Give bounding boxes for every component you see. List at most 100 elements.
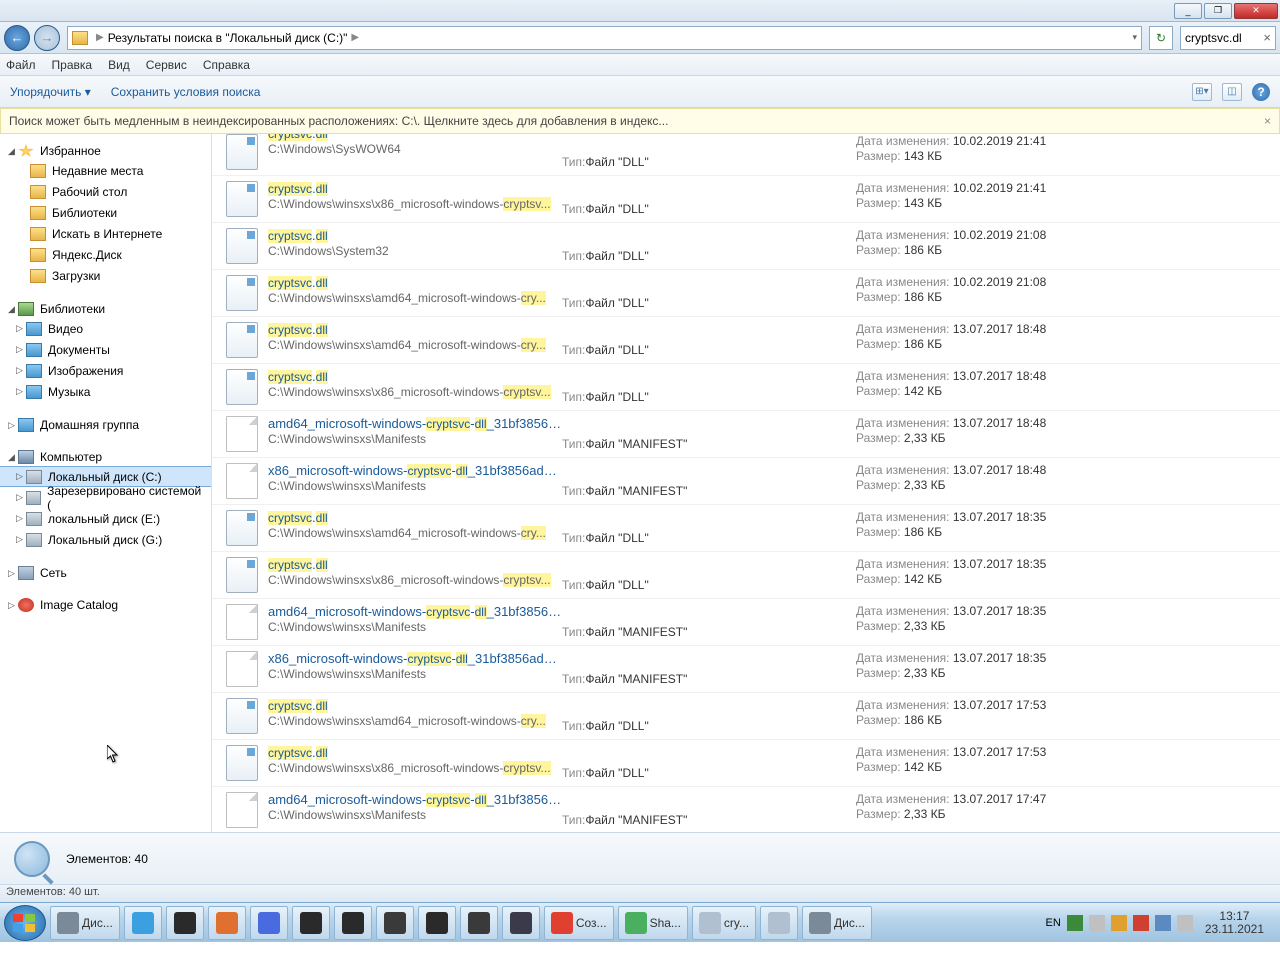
folder-icon bbox=[30, 248, 46, 262]
tray-icon[interactable] bbox=[1089, 915, 1105, 931]
sidebar-homegroup[interactable]: ▷Домашняя группа bbox=[0, 416, 211, 434]
tray-icon[interactable] bbox=[1177, 915, 1193, 931]
sidebar-image-catalog[interactable]: ▷Image Catalog bbox=[0, 596, 211, 614]
taskbar-item[interactable] bbox=[760, 906, 798, 940]
tray-icon[interactable] bbox=[1111, 915, 1127, 931]
sidebar-item-disk[interactable]: ▷Зарезервировано системой ( bbox=[0, 487, 211, 508]
forward-button[interactable]: → bbox=[34, 25, 60, 51]
file-name: cryptsvc.dll bbox=[268, 557, 562, 572]
save-search-button[interactable]: Сохранить условия поиска bbox=[111, 85, 261, 99]
clear-search-icon[interactable]: × bbox=[1263, 30, 1271, 45]
results-pane[interactable]: cryptsvc.dllC:\Windows\SysWOW64Тип: Файл… bbox=[212, 134, 1280, 832]
menu-file[interactable]: Файл bbox=[6, 58, 36, 72]
file-date: 13.07.2017 18:48 bbox=[953, 463, 1046, 477]
taskbar-item[interactable] bbox=[376, 906, 414, 940]
size-label: Размер: bbox=[856, 478, 904, 492]
refresh-button[interactable]: ↻ bbox=[1149, 26, 1173, 50]
menu-service[interactable]: Сервис bbox=[146, 58, 187, 72]
clock[interactable]: 13:1723.11.2021 bbox=[1199, 910, 1270, 936]
close-button[interactable]: ✕ bbox=[1234, 3, 1278, 19]
file-path: C:\Windows\System32 bbox=[268, 244, 562, 258]
address-bar[interactable]: ▶ Результаты поиска в "Локальный диск (C… bbox=[67, 26, 1142, 50]
result-row[interactable]: cryptsvc.dllC:\Windows\winsxs\x86_micros… bbox=[212, 364, 1280, 411]
taskbar-item[interactable] bbox=[292, 906, 330, 940]
result-row[interactable]: x86_microsoft-windows-cryptsvc-dll_31bf3… bbox=[212, 646, 1280, 693]
sidebar-item[interactable]: ▷Документы bbox=[0, 339, 211, 360]
sidebar-item[interactable]: Библиотеки bbox=[0, 202, 211, 223]
view-options-icon[interactable]: ⊞▾ bbox=[1192, 83, 1212, 101]
taskbar-item[interactable] bbox=[418, 906, 456, 940]
sidebar-item[interactable]: ▷Музыка bbox=[0, 381, 211, 402]
taskbar-item[interactable] bbox=[334, 906, 372, 940]
sidebar-item[interactable]: Загрузки bbox=[0, 265, 211, 286]
result-row[interactable]: cryptsvc.dllC:\Windows\winsxs\x86_micros… bbox=[212, 552, 1280, 599]
taskbar-item[interactable]: Дис... bbox=[50, 906, 120, 940]
file-type: Файл "DLL" bbox=[585, 578, 648, 592]
type-label: Тип: bbox=[562, 296, 585, 310]
sidebar-item[interactable]: ▷Видео bbox=[0, 318, 211, 339]
disk-icon bbox=[26, 512, 42, 526]
library-icon bbox=[26, 364, 42, 378]
taskbar-item[interactable] bbox=[460, 906, 498, 940]
taskbar-item[interactable]: cry... bbox=[692, 906, 756, 940]
start-button[interactable] bbox=[4, 905, 46, 941]
tray-icon[interactable] bbox=[1133, 915, 1149, 931]
preview-pane-icon[interactable]: ◫ bbox=[1222, 83, 1242, 101]
menu-view[interactable]: Вид bbox=[108, 58, 130, 72]
date-label: Дата изменения: bbox=[856, 181, 953, 195]
back-button[interactable]: ← bbox=[4, 25, 30, 51]
sidebar-computer[interactable]: ◢Компьютер bbox=[0, 448, 211, 466]
taskbar-item[interactable]: Дис... bbox=[802, 906, 872, 940]
taskbar-item[interactable] bbox=[250, 906, 288, 940]
sidebar-item[interactable]: ▷Изображения bbox=[0, 360, 211, 381]
sidebar-network[interactable]: ▷Сеть bbox=[0, 564, 211, 582]
sidebar-item[interactable]: Искать в Интернете bbox=[0, 223, 211, 244]
lang-indicator[interactable]: EN bbox=[1046, 917, 1061, 929]
result-row[interactable]: cryptsvc.dllC:\Windows\SysWOW64Тип: Файл… bbox=[212, 134, 1280, 176]
menu-help[interactable]: Справка bbox=[203, 58, 250, 72]
sidebar-favorites[interactable]: ◢Избранное bbox=[0, 142, 211, 160]
organize-button[interactable]: Упорядочить ▾ bbox=[10, 85, 91, 99]
result-row[interactable]: cryptsvc.dllC:\Windows\winsxs\x86_micros… bbox=[212, 740, 1280, 787]
taskbar-item[interactable] bbox=[124, 906, 162, 940]
file-type: Файл "DLL" bbox=[585, 390, 648, 404]
result-row[interactable]: cryptsvc.dllC:\Windows\winsxs\amd64_micr… bbox=[212, 505, 1280, 552]
result-row[interactable]: cryptsvc.dllC:\Windows\winsxs\x86_micros… bbox=[212, 176, 1280, 223]
taskbar-item[interactable]: Соз... bbox=[544, 906, 614, 940]
menu-edit[interactable]: Правка bbox=[52, 58, 93, 72]
chevron-down-icon[interactable]: ▾ bbox=[1132, 32, 1137, 43]
taskbar-item[interactable] bbox=[208, 906, 246, 940]
size-label: Размер: bbox=[856, 243, 904, 257]
tray-icon[interactable] bbox=[1067, 915, 1083, 931]
result-row[interactable]: amd64_microsoft-windows-cryptsvc-dll_31b… bbox=[212, 787, 1280, 832]
search-field[interactable] bbox=[1185, 31, 1255, 45]
taskbar-item[interactable] bbox=[166, 906, 204, 940]
info-bar[interactable]: Поиск может быть медленным в неиндексиро… bbox=[0, 108, 1280, 134]
sidebar-item-disk[interactable]: ▷Локальный диск (G:) bbox=[0, 529, 211, 550]
breadcrumb-arrow-icon[interactable]: ▶ bbox=[351, 32, 359, 43]
system-tray[interactable]: EN 13:1723.11.2021 bbox=[1046, 910, 1276, 936]
file-icon bbox=[226, 604, 258, 640]
taskbar-item[interactable]: Sha... bbox=[618, 906, 688, 940]
result-row[interactable]: amd64_microsoft-windows-cryptsvc-dll_31b… bbox=[212, 411, 1280, 458]
tray-icon[interactable] bbox=[1155, 915, 1171, 931]
type-label: Тип: bbox=[562, 202, 585, 216]
minimize-button[interactable]: _ bbox=[1174, 3, 1202, 19]
result-row[interactable]: cryptsvc.dllC:\Windows\winsxs\amd64_micr… bbox=[212, 693, 1280, 740]
help-icon[interactable]: ? bbox=[1252, 83, 1270, 101]
search-input[interactable]: × bbox=[1180, 26, 1276, 50]
file-date: 13.07.2017 18:35 bbox=[953, 651, 1046, 665]
result-row[interactable]: cryptsvc.dllC:\Windows\winsxs\amd64_micr… bbox=[212, 270, 1280, 317]
sidebar-item[interactable]: Рабочий стол bbox=[0, 181, 211, 202]
info-close-icon[interactable]: × bbox=[1264, 114, 1271, 128]
result-row[interactable]: x86_microsoft-windows-cryptsvc-dll_31bf3… bbox=[212, 458, 1280, 505]
taskbar-item[interactable] bbox=[502, 906, 540, 940]
maximize-button[interactable]: ❐ bbox=[1204, 3, 1232, 19]
result-row[interactable]: amd64_microsoft-windows-cryptsvc-dll_31b… bbox=[212, 599, 1280, 646]
taskbar: Дис... Соз...Sha...cry... Дис... EN 13:172… bbox=[0, 902, 1280, 942]
result-row[interactable]: cryptsvc.dllC:\Windows\winsxs\amd64_micr… bbox=[212, 317, 1280, 364]
result-row[interactable]: cryptsvc.dllC:\Windows\System32Тип: Файл… bbox=[212, 223, 1280, 270]
sidebar-item[interactable]: Недавние места bbox=[0, 160, 211, 181]
sidebar-item[interactable]: Яндекс.Диск bbox=[0, 244, 211, 265]
sidebar-libraries[interactable]: ◢Библиотеки bbox=[0, 300, 211, 318]
